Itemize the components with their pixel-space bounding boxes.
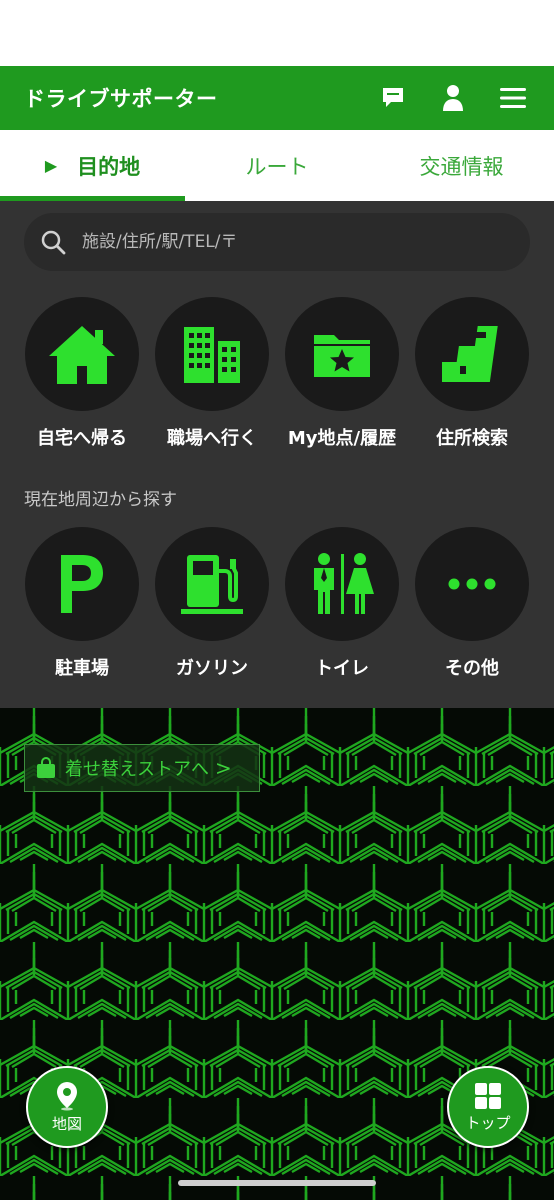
play-arrow-icon: ▶ (44, 156, 58, 175)
parking-button[interactable]: 駐車場 (17, 527, 147, 680)
go-home-button[interactable]: 自宅へ帰る (17, 297, 147, 450)
nearby-label: その他 (445, 658, 499, 679)
tab-label: ルート (245, 154, 309, 179)
folder-star-icon (285, 297, 399, 411)
map-button[interactable]: 地図 (26, 1066, 108, 1148)
map-button-label: 地図 (51, 1114, 82, 1133)
tab-route[interactable]: ルート (185, 130, 369, 201)
top-button[interactable]: トップ (447, 1066, 529, 1148)
menu-icon[interactable] (498, 83, 528, 113)
go-to-work-button[interactable]: 職場へ行く (147, 297, 277, 450)
nearby-section-title: 現在地周辺から探す (24, 490, 177, 510)
nearby-row: 駐車場 ガソリン トイレ その他 (0, 527, 554, 687)
app-title: ドライブサポーター (24, 87, 218, 111)
gas-station-button[interactable]: ガソリン (147, 527, 277, 680)
user-icon[interactable] (438, 83, 468, 113)
app-bar: ドライブサポーター (0, 66, 554, 130)
more-icon (415, 527, 529, 641)
others-button[interactable]: その他 (407, 527, 537, 680)
chat-icon[interactable] (378, 83, 408, 113)
grid-icon (475, 1082, 501, 1109)
action-label: My地点/履歴 (287, 428, 397, 449)
tab-bar: ▶ 目的地 ルート 交通情報 (0, 130, 554, 201)
toilet-icon (285, 527, 399, 641)
office-icon (155, 297, 269, 411)
parking-icon (25, 527, 139, 641)
search-input[interactable] (82, 232, 482, 252)
quick-actions-row: 自宅へ帰る 職場へ行く My地点/履歴 住所検索 (0, 297, 554, 457)
nearby-label: 駐車場 (55, 658, 109, 679)
fuel-icon (155, 527, 269, 641)
action-label: 自宅へ帰る (37, 428, 127, 449)
shopping-bag-icon (37, 757, 55, 778)
nearby-label: ガソリン (176, 658, 248, 679)
app-bar-actions (378, 66, 528, 130)
my-places-button[interactable]: My地点/履歴 (277, 297, 407, 450)
tab-traffic[interactable]: 交通情報 (369, 130, 554, 201)
tab-destination[interactable]: ▶ 目的地 (0, 130, 185, 201)
map-pin-icon (57, 1081, 77, 1110)
address-search-button[interactable]: 住所検索 (407, 297, 537, 450)
action-label: 住所検索 (436, 428, 508, 449)
home-indicator[interactable] (178, 1180, 376, 1186)
address-icon (415, 297, 529, 411)
top-button-label: トップ (465, 1113, 511, 1132)
chevron-right-icon: > (215, 756, 232, 780)
search-icon (41, 230, 66, 255)
theme-store-button[interactable]: 着せ替えストアへ > (24, 744, 260, 792)
home-icon (25, 297, 139, 411)
tab-label: 目的地 (77, 154, 141, 179)
nearby-label: トイレ (315, 658, 369, 679)
action-label: 職場へ行く (167, 428, 257, 449)
toilet-button[interactable]: トイレ (277, 527, 407, 680)
tab-label: 交通情報 (419, 154, 504, 179)
theme-store-label: 着せ替えストアへ (65, 759, 209, 780)
search-bar[interactable] (24, 213, 530, 271)
destination-panel: 自宅へ帰る 職場へ行く (0, 201, 554, 708)
status-bar-area (0, 0, 554, 66)
